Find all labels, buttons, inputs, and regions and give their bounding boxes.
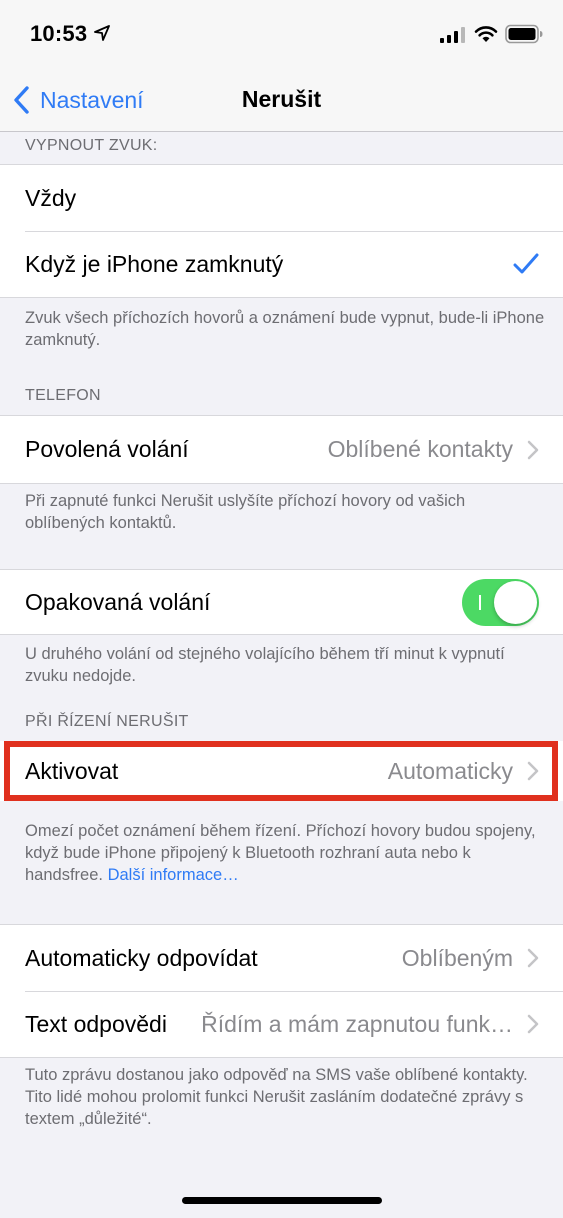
allowed-calls-label: Povolená volání	[25, 436, 189, 462]
repeated-calls-row: Opakovaná volání	[0, 570, 563, 634]
wifi-icon	[474, 26, 498, 42]
auto-reply-footer: Tuto zprávu dostanou jako odpověď na SMS…	[25, 1066, 528, 1128]
location-arrow-icon	[94, 25, 110, 41]
home-indicator	[182, 1197, 382, 1204]
battery-icon	[505, 24, 543, 44]
toggle-on-mark	[479, 594, 481, 610]
auto-reply-to-row[interactable]: Automaticky odpovídat Oblíbeným	[0, 925, 563, 991]
option-always-label: Vždy	[25, 184, 77, 211]
status-bar: 10:53	[0, 0, 563, 70]
allowed-calls-value: Oblíbené kontakty	[327, 436, 513, 462]
silence-options-group: Vždy Když je iPhone zamknutý	[0, 164, 563, 298]
activate-label: Aktivovat	[25, 757, 119, 784]
activate-row[interactable]: Aktivovat Automaticky	[0, 741, 563, 801]
repeated-calls-toggle[interactable]	[462, 578, 539, 626]
allowed-calls-row[interactable]: Povolená volání Oblíbené kontakty	[0, 416, 563, 483]
chevron-right-icon	[527, 1014, 539, 1034]
option-when-locked-label: Když je iPhone zamknutý	[25, 250, 284, 277]
auto-reply-to-value: Oblíbeným	[401, 944, 513, 971]
reply-text-row[interactable]: Text odpovědi Řídím a mám zapnutou funk…	[0, 991, 563, 1057]
checkmark-icon	[513, 253, 539, 274]
cellular-signal-icon	[440, 27, 465, 43]
page-title: Nerušit	[241, 86, 322, 112]
status-time: 10:53	[30, 21, 88, 46]
more-info-link[interactable]: Další informace…	[108, 866, 239, 884]
option-when-locked[interactable]: Když je iPhone zamknutý	[0, 231, 563, 297]
option-always[interactable]: Vždy	[0, 165, 563, 231]
chevron-right-icon	[527, 440, 539, 459]
repeated-calls-group: Opakovaná volání	[0, 569, 563, 635]
phone-footer: Při zapnuté funkci Nerušit uslyšíte příc…	[25, 492, 466, 532]
section-header-driving: PŘI ŘÍZENÍ NERUŠIT	[25, 713, 189, 730]
auto-reply-group: Automaticky odpovídat Oblíbeným Text odp…	[0, 924, 563, 1058]
navigation-bar: Nastavení Nerušit	[0, 70, 563, 132]
phone-group: Povolená volání Oblíbené kontakty	[0, 415, 563, 484]
reply-text-label: Text odpovědi	[25, 1010, 167, 1037]
section-header-silence: VYPNOUT ZVUK:	[25, 137, 158, 154]
chevron-right-icon	[527, 948, 539, 968]
repeated-calls-footer: U druhého volání od stejného volajícího …	[25, 645, 505, 685]
auto-reply-to-label: Automaticky odpovídat	[25, 944, 258, 971]
activate-value: Automaticky	[387, 757, 513, 784]
reply-text-value: Řídím a mám zapnutou funk…	[201, 1010, 513, 1037]
driving-footer-text: Omezí počet oznámení během řízení. Přích…	[25, 822, 536, 884]
driving-footer: Omezí počet oznámení během řízení. Přích…	[25, 820, 545, 886]
driving-group: Aktivovat Automaticky	[0, 741, 563, 801]
silence-footer: Zvuk všech příchozích hovorů a oznámení …	[25, 309, 545, 349]
chevron-right-icon	[527, 761, 539, 781]
toggle-knob	[494, 580, 537, 624]
section-header-phone: TELEFON	[25, 387, 101, 404]
repeated-calls-label: Opakovaná volání	[25, 588, 211, 615]
